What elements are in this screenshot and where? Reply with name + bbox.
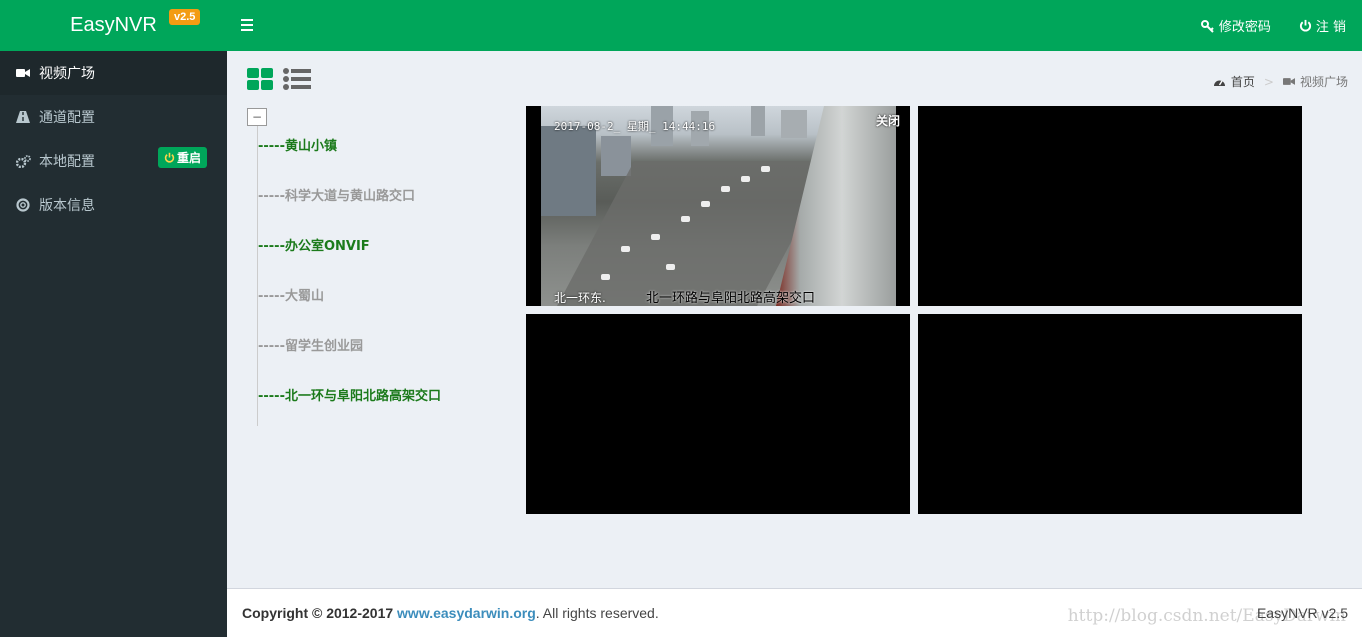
sidebar-item-label: 版本信息 <box>39 198 95 214</box>
video-camera-icon <box>15 68 31 78</box>
top-navbar: 修改密码 注 销 <box>227 0 1362 51</box>
video-caption: 北一环路与阜阳北路高架交口 <box>646 291 816 306</box>
video-caption-left: 北一环东. <box>554 291 606 305</box>
footer: Copyright © 2012-2017 www.easydarwin.org… <box>227 588 1362 637</box>
road-icon <box>15 111 31 123</box>
tree-item-channel[interactable]: -----留学生创业园 <box>258 327 441 377</box>
tree-item-channel[interactable]: -----北一环与阜阳北路高架交口 <box>258 377 441 427</box>
menu-bar-icon <box>241 24 253 26</box>
power-icon <box>164 152 175 163</box>
sidebar-item-label: 本地配置 <box>39 154 95 170</box>
menu-bar-icon <box>241 19 253 21</box>
close-video-button[interactable]: 关闭 <box>876 112 900 129</box>
video-cell-empty[interactable] <box>526 314 910 514</box>
logout-label: 注 销 <box>1315 20 1346 35</box>
grid-view-icon[interactable] <box>247 68 273 94</box>
sidebar-item-version-info[interactable]: 版本信息 <box>0 183 227 227</box>
app-name: EasyNVR <box>70 14 157 36</box>
breadcrumb: 首页 > 视频广场 <box>1213 73 1348 90</box>
logo[interactable]: EasyNVR v2.5 <box>0 0 227 51</box>
tree-collapse-button[interactable]: − <box>247 108 267 126</box>
cogs-icon <box>15 154 31 168</box>
tree-item-channel[interactable]: -----科学大道与黄山路交口 <box>258 177 441 227</box>
video-cell[interactable]: 2017-08-2_ 星期_ 14:44:16 关闭 北一环东. 北一环路与阜阳… <box>526 106 910 306</box>
footer-version: EasyNVR v2.5 <box>1256 605 1348 621</box>
breadcrumb-home-link[interactable]: 首页 <box>1231 73 1255 90</box>
key-icon <box>1200 19 1214 33</box>
video-cell-empty[interactable] <box>918 314 1302 514</box>
rights-text: . All rights reserved. <box>535 605 659 621</box>
video-cell-empty[interactable] <box>918 106 1302 306</box>
version-badge: v2.5 <box>169 9 201 25</box>
view-toggle <box>247 68 311 94</box>
tree-item-channel[interactable]: -----黄山小镇 <box>258 127 441 177</box>
restart-button[interactable]: 重启 <box>158 147 208 168</box>
breadcrumb-current: 视频广场 <box>1299 75 1348 89</box>
logout-button[interactable]: 注 销 <box>1299 16 1346 35</box>
change-password-button[interactable]: 修改密码 <box>1200 16 1271 35</box>
sidebar: 视频广场 通道配置 本地配置 版本信息 重启 <box>0 51 227 637</box>
menu-bar-icon <box>241 29 253 31</box>
video-camera-icon <box>1282 78 1295 85</box>
restart-label: 重启 <box>177 151 202 165</box>
tree-item-channel[interactable]: -----大蜀山 <box>258 277 441 327</box>
website-link[interactable]: www.easydarwin.org <box>397 605 536 621</box>
sidebar-item-label: 视频广场 <box>39 66 95 82</box>
change-password-label: 修改密码 <box>1218 20 1271 35</box>
video-timestamp: 2017-08-2_ 星期_ 14:44:16 <box>554 120 716 133</box>
channel-tree: − -----黄山小镇 -----科学大道与黄山路交口 -----办公室ONVI… <box>247 108 441 426</box>
life-ring-icon <box>15 198 31 212</box>
video-grid: 2017-08-2_ 星期_ 14:44:16 关闭 北一环东. 北一环路与阜阳… <box>526 106 1302 514</box>
sidebar-item-channel-config[interactable]: 通道配置 <box>0 95 227 139</box>
list-view-icon[interactable] <box>283 68 311 94</box>
tree-item-channel[interactable]: -----办公室ONVIF <box>258 227 441 277</box>
sidebar-item-video-square[interactable]: 视频广场 <box>0 51 227 95</box>
main-content: 首页 > 视频广场 − -----黄山小镇 -----科学大道与黄山路交口 --… <box>227 51 1362 588</box>
dashboard-icon <box>1213 80 1225 86</box>
sidebar-item-label: 通道配置 <box>39 110 95 126</box>
sidebar-toggle-button[interactable] <box>241 16 257 34</box>
power-icon <box>1299 19 1311 32</box>
breadcrumb-separator: > <box>1263 74 1274 89</box>
live-video-feed[interactable] <box>541 106 896 306</box>
copyright-text: Copyright © 2012-2017 <box>242 605 394 621</box>
